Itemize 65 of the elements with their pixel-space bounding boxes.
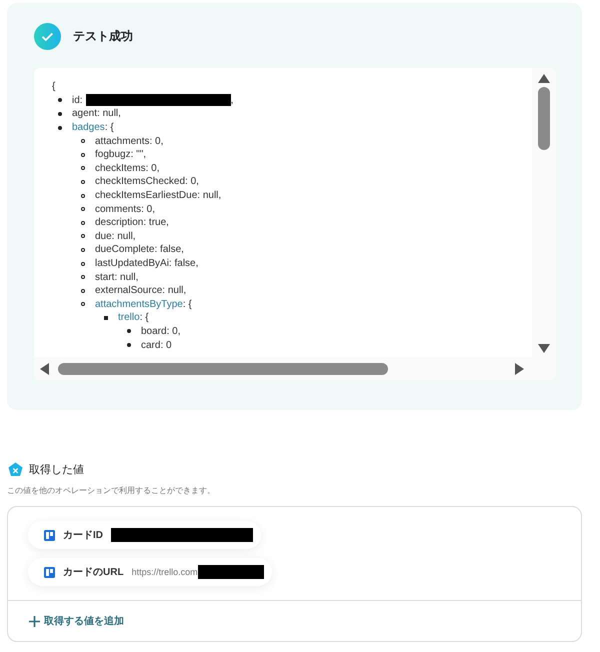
scroll-left-icon[interactable] <box>40 362 49 374</box>
scroll-down-icon[interactable] <box>538 344 550 353</box>
board-icon <box>44 530 55 540</box>
section-title: 取得した値 <box>29 463 84 477</box>
json-key: attachmentsByType <box>95 298 183 310</box>
check-icon <box>34 22 61 50</box>
horizontal-scrollbar[interactable] <box>34 357 532 380</box>
bullet-icon <box>81 248 85 252</box>
json-text: dueComplete: false, <box>95 244 184 256</box>
bullet-icon <box>81 207 85 212</box>
bullet-icon <box>81 152 85 157</box>
json-text: fogbugz: "", <box>95 149 146 160</box>
variable-icon <box>8 462 23 477</box>
scroll-right-icon[interactable] <box>515 362 524 374</box>
value-chip[interactable]: カードのURL https://trello.com <box>28 558 272 586</box>
chip-value: https://trello.com <box>132 567 198 577</box>
json-text: id: <box>72 94 83 106</box>
json-text: : { <box>140 312 149 324</box>
scroll-thumb[interactable] <box>58 362 388 374</box>
json-text: description: true, <box>95 217 169 228</box>
bullet-icon <box>81 302 85 306</box>
json-text: attachments: 0, <box>95 136 164 147</box>
section-description: この値を他のオペレーションで利用することができます。 <box>7 485 216 496</box>
plus-icon <box>29 616 40 626</box>
bullet-icon <box>104 316 108 320</box>
scroll-up-icon[interactable] <box>538 74 550 83</box>
json-text: : { <box>182 298 192 310</box>
chip-label: カードのURL <box>63 566 124 579</box>
json-text: { <box>52 81 56 92</box>
json-text: checkItemsChecked: 0, <box>95 176 199 188</box>
board-icon <box>44 566 55 578</box>
json-text: lastUpdatedByAi: false, <box>95 258 198 270</box>
vertical-scrollbar[interactable] <box>532 68 556 357</box>
bullet-icon <box>81 194 85 198</box>
bullet-icon <box>58 112 62 116</box>
json-text: agent: null, <box>72 108 121 120</box>
bullet-icon <box>81 262 85 266</box>
bullet-icon <box>81 288 85 293</box>
bullet-icon <box>81 220 85 225</box>
json-key: badges <box>72 122 105 134</box>
bullet-icon <box>81 139 85 144</box>
bullet-icon <box>81 234 85 238</box>
json-text: board: 0, <box>141 326 180 337</box>
bullet-icon <box>81 275 85 280</box>
result-title: テスト成功 <box>73 28 133 44</box>
json-text: card: 0 <box>141 340 172 351</box>
bullet-icon <box>81 166 85 170</box>
json-text: : { <box>104 122 114 134</box>
json-text: checkItemsEarliestDue: null, <box>95 190 222 202</box>
json-text: externalSource: null, <box>95 285 186 296</box>
json-text: start: null, <box>95 272 138 283</box>
json-text: comments: 0, <box>95 204 156 215</box>
json-key: trello <box>118 312 140 324</box>
value-chip[interactable]: カードID <box>28 521 261 549</box>
json-text: , <box>230 94 234 106</box>
json-text: due: null, <box>95 230 136 242</box>
json-text: checkItems: 0, <box>95 162 160 174</box>
bullet-icon <box>127 329 131 334</box>
scroll-thumb[interactable] <box>538 87 550 150</box>
add-value-link[interactable]: 取得する値を追加 <box>29 614 124 628</box>
bullet-icon <box>58 98 62 102</box>
bullet-icon <box>58 126 62 130</box>
bullet-icon <box>127 343 131 348</box>
bullet-icon <box>81 180 85 184</box>
chip-label: カードID <box>63 529 103 542</box>
